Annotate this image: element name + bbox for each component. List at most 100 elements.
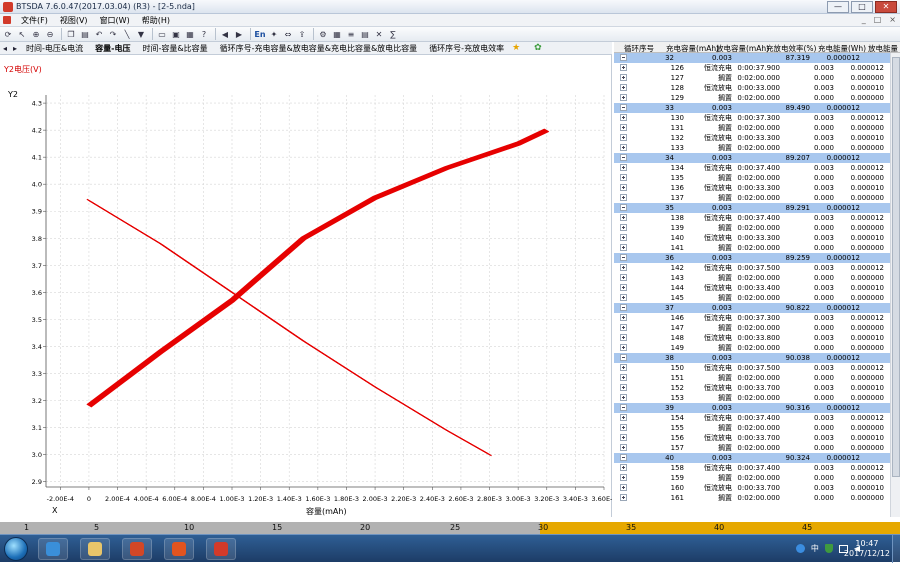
collapse-icon[interactable]: [620, 54, 627, 61]
list-icon[interactable]: ≡: [345, 28, 357, 40]
menu-view[interactable]: 视图(V): [54, 15, 94, 26]
expand-icon[interactable]: [620, 414, 627, 421]
tab-scroll-left-icon[interactable]: ◂: [0, 44, 10, 53]
copy-icon[interactable]: ❐: [65, 28, 77, 40]
scrollbar-thumb[interactable]: [892, 57, 900, 477]
step-row[interactable]: 150 恒流充电 0:00:37.500 0.003 0.000012: [614, 363, 890, 373]
zoom-out-icon[interactable]: ⊖: [44, 28, 56, 40]
star-icon[interactable]: ★: [512, 43, 520, 53]
fit-icon[interactable]: ⇔: [282, 28, 294, 40]
collapse-icon[interactable]: [620, 354, 627, 361]
collapse-icon[interactable]: [620, 104, 627, 111]
expand-icon[interactable]: [620, 114, 627, 121]
expand-icon[interactable]: [620, 394, 627, 401]
back-icon[interactable]: ◀: [219, 28, 231, 40]
expand-icon[interactable]: [620, 474, 627, 481]
expand-icon[interactable]: [620, 464, 627, 471]
undo-icon[interactable]: ↶: [93, 28, 105, 40]
tab-capacity-voltage[interactable]: 容量-电压: [89, 43, 136, 54]
filter-icon[interactable]: ▼: [135, 28, 147, 40]
line-icon[interactable]: ╲: [121, 28, 133, 40]
close-button[interactable]: ✕: [875, 1, 897, 13]
step-row[interactable]: 145 搁置 0:02:00.000 0.000 0.000000: [614, 293, 890, 303]
expand-icon[interactable]: [620, 184, 627, 191]
print-icon[interactable]: ▦: [184, 28, 196, 40]
step-row[interactable]: 133 搁置 0:02:00.000 0.000 0.000000: [614, 143, 890, 153]
expand-icon[interactable]: [620, 324, 627, 331]
collapse-icon[interactable]: [620, 454, 627, 461]
help-icon[interactable]: ?: [198, 28, 210, 40]
tray-language[interactable]: 中: [811, 543, 819, 554]
cycle-row[interactable]: 36 0.003 89.259 0.000012: [614, 253, 890, 263]
expand-icon[interactable]: [620, 444, 627, 451]
input-method-icon[interactable]: [795, 544, 805, 553]
expand-icon[interactable]: [620, 244, 627, 251]
mdi-minimize-button[interactable]: _: [862, 15, 866, 24]
expand-icon[interactable]: [620, 214, 627, 221]
tab-time-voltage-current[interactable]: 时间-电压&电流: [20, 43, 89, 54]
show-desktop-button[interactable]: [892, 535, 900, 563]
mdi-restore-button[interactable]: □: [874, 15, 882, 24]
tab-cycle-efficiency[interactable]: 循环序号-充放电效率: [423, 43, 510, 54]
expand-icon[interactable]: [620, 174, 627, 181]
step-row[interactable]: 146 恒流充电 0:00:37.300 0.003 0.000012: [614, 313, 890, 323]
expand-icon[interactable]: [620, 384, 627, 391]
step-row[interactable]: 161 搁置 0:02:00.000 0.000 0.000000: [614, 493, 890, 503]
step-row[interactable]: 156 恒流放电 0:00:33.700 0.003 0.000010: [614, 433, 890, 443]
leaf-icon[interactable]: ✿: [534, 43, 542, 53]
step-row[interactable]: 160 恒流放电 0:00:33.700 0.003 0.000010: [614, 483, 890, 493]
zoom-in-icon[interactable]: ⊕: [30, 28, 42, 40]
step-row[interactable]: 155 搁置 0:02:00.000 0.000 0.000000: [614, 423, 890, 433]
mdi-close-button[interactable]: ×: [889, 15, 896, 24]
paste-icon[interactable]: ▤: [79, 28, 91, 40]
step-row[interactable]: 139 搁置 0:02:00.000 0.000 0.000000: [614, 223, 890, 233]
step-row[interactable]: 134 恒流充电 0:00:37.400 0.003 0.000012: [614, 163, 890, 173]
step-row[interactable]: 154 恒流充电 0:00:37.400 0.003 0.000012: [614, 413, 890, 423]
redo-icon[interactable]: ↷: [107, 28, 119, 40]
expand-icon[interactable]: [620, 144, 627, 151]
collapse-icon[interactable]: [620, 254, 627, 261]
step-row[interactable]: 152 恒流放电 0:00:33.700 0.003 0.000010: [614, 383, 890, 393]
maximize-button[interactable]: □: [851, 1, 873, 13]
expand-icon[interactable]: [620, 74, 627, 81]
step-row[interactable]: 153 搁置 0:02:00.000 0.000 0.000000: [614, 393, 890, 403]
cycle-row[interactable]: 37 0.003 90.822 0.000012: [614, 303, 890, 313]
expand-icon[interactable]: [620, 274, 627, 281]
cycle-row[interactable]: 38 0.003 90.038 0.000012: [614, 353, 890, 363]
voltage-capacity-plot[interactable]: -2.00E-4 0 2.00E-4 4.00E-4 6.00E-4 8.00E-4 1.0…: [0, 55, 612, 517]
expand-icon[interactable]: [620, 344, 627, 351]
expand-icon[interactable]: [620, 264, 627, 271]
clock[interactable]: 10:47 2017/12/12: [844, 539, 890, 559]
step-row[interactable]: 131 搁置 0:02:00.000 0.000 0.000000: [614, 123, 890, 133]
save-icon[interactable]: ▣: [170, 28, 182, 40]
document-icon[interactable]: [3, 16, 11, 24]
sogou-browser-taskbar-button[interactable]: [38, 538, 68, 560]
forward-icon[interactable]: ▶: [233, 28, 245, 40]
collapse-icon[interactable]: [620, 154, 627, 161]
start-button[interactable]: [4, 537, 28, 561]
step-row[interactable]: 147 搁置 0:02:00.000 0.000 0.000000: [614, 323, 890, 333]
powerpoint-taskbar-button[interactable]: [122, 538, 152, 560]
tab-scroll-right-icon[interactable]: ▸: [10, 44, 20, 53]
cycle-row[interactable]: 34 0.003 89.207 0.000012: [614, 153, 890, 163]
tab-cycle-capacity[interactable]: 循环序号-充电容量&放电容量&充电比容量&放电比容量: [214, 43, 424, 54]
expand-icon[interactable]: [620, 164, 627, 171]
collapse-icon[interactable]: [620, 304, 627, 311]
menu-file[interactable]: 文件(F): [15, 15, 54, 26]
expand-icon[interactable]: [620, 374, 627, 381]
step-row[interactable]: 148 恒流放电 0:00:33.800 0.003 0.000010: [614, 333, 890, 343]
expand-icon[interactable]: [620, 234, 627, 241]
step-row[interactable]: 135 搁置 0:02:00.000 0.000 0.000000: [614, 173, 890, 183]
minimize-button[interactable]: —: [827, 1, 849, 13]
grid-icon[interactable]: ▦: [331, 28, 343, 40]
table-icon[interactable]: ▤: [359, 28, 371, 40]
step-row[interactable]: 158 恒流充电 0:00:37.400 0.003 0.000012: [614, 463, 890, 473]
expand-icon[interactable]: [620, 294, 627, 301]
expand-icon[interactable]: [620, 314, 627, 321]
step-row[interactable]: 130 恒流充电 0:00:37.300 0.003 0.000012: [614, 113, 890, 123]
cycle-row[interactable]: 40 0.003 90.324 0.000012: [614, 453, 890, 463]
step-row[interactable]: 140 恒流放电 0:00:33.300 0.003 0.000010: [614, 233, 890, 243]
vertical-scrollbar[interactable]: [890, 53, 900, 517]
expand-icon[interactable]: [620, 124, 627, 131]
expand-icon[interactable]: [620, 494, 627, 501]
